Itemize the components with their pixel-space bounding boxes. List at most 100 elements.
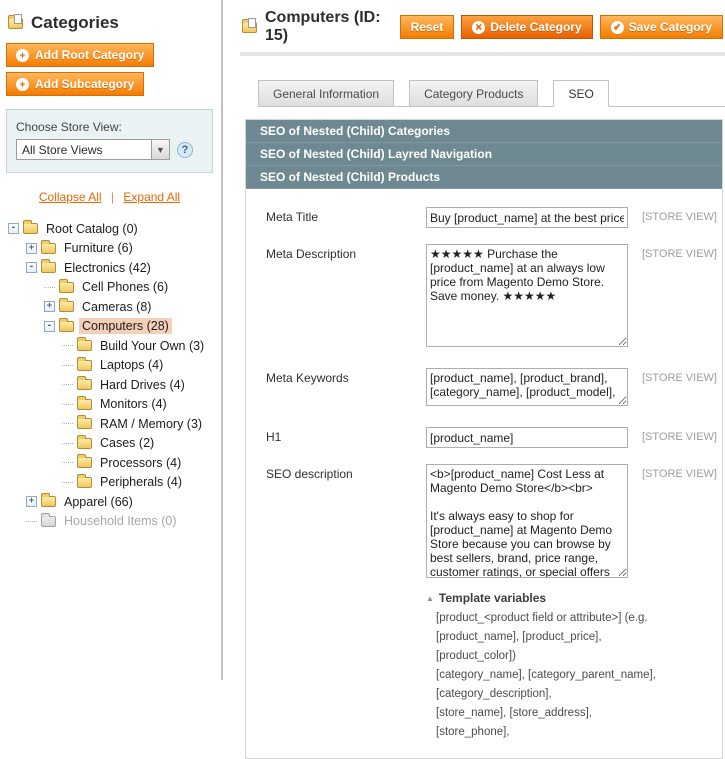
folder-icon [77, 418, 92, 429]
section-seo-child-layered-navigation[interactable]: SEO of Nested (Child) Layred Navigation [246, 143, 722, 166]
minus-expander-icon[interactable]: - [8, 223, 19, 234]
folder-icon [77, 399, 92, 410]
sidebar-title-row: Categories [8, 13, 213, 33]
tree-item-label: Furniture (6) [61, 240, 136, 256]
h1-row: H1 [STORE VIEW] [266, 427, 712, 448]
tree-connector [44, 287, 55, 288]
store-view-scope-label: [STORE VIEW] [642, 368, 717, 384]
tree-links: Collapse All | Expand All [6, 190, 213, 204]
plus-expander-icon[interactable]: + [26, 496, 37, 507]
meta-keywords-textarea[interactable]: [product_name], [product_brand], [catego… [426, 368, 628, 406]
tree-item-cameras-8[interactable]: + Cameras (8) [6, 297, 213, 317]
store-view-selected-value: All Store Views [22, 143, 102, 157]
tab-category-products[interactable]: Category Products [409, 80, 538, 107]
tree-item-household-items-0[interactable]: Household Items (0) [6, 512, 213, 532]
template-variables-title: Template variables [439, 591, 546, 605]
seo-fieldset: SEO of Nested (Child) Categories SEO of … [245, 119, 723, 759]
folder-icon [59, 321, 74, 332]
tree-connector [62, 462, 73, 463]
template-variable-line: [product_<product field or attribute>] (… [426, 609, 656, 628]
tree-item-computers-28[interactable]: - Computers (28) [6, 317, 213, 337]
reset-button[interactable]: Reset [400, 15, 455, 39]
tab-seo[interactable]: SEO [553, 80, 608, 107]
tab-general-information[interactable]: General Information [258, 80, 394, 107]
tree-item-ram-memory-3[interactable]: RAM / Memory (3) [6, 414, 213, 434]
header-divider [240, 52, 725, 56]
categories-folder-icon [8, 18, 23, 29]
tree-item-laptops-4[interactable]: Laptops (4) [6, 356, 213, 376]
help-icon[interactable]: ? [177, 142, 193, 158]
content-header: Computers (ID: 15) Reset ✕ Delete Catego… [240, 0, 725, 45]
categories-sidebar: Categories + Add Root Category + Add Sub… [0, 0, 223, 680]
h1-input[interactable] [426, 427, 628, 448]
tree-item-hard-drives-4[interactable]: Hard Drives (4) [6, 375, 213, 395]
folder-icon [77, 477, 92, 488]
tree-item-furniture-6[interactable]: + Furniture (6) [6, 239, 213, 259]
template-variable-line: [product_name], [product_price], [426, 628, 656, 647]
tree-item-root-catalog-0[interactable]: -Root Catalog (0) [6, 219, 213, 239]
tree-item-label: Cell Phones (6) [79, 279, 171, 295]
folder-icon [77, 340, 92, 351]
folder-icon [59, 282, 74, 293]
store-view-select[interactable]: All Store Views ▼ [16, 139, 170, 160]
folder-icon [23, 223, 38, 234]
plus-icon: + [16, 78, 29, 91]
section-seo-child-products[interactable]: SEO of Nested (Child) Products [246, 166, 722, 189]
tree-item-label: Cameras (8) [79, 299, 154, 315]
tree-connector [26, 521, 37, 522]
chevron-down-icon: ▼ [151, 140, 169, 159]
seo-description-textarea[interactable]: <b>[product_name] Cost Less at Magento D… [426, 464, 628, 578]
plus-expander-icon[interactable]: + [44, 301, 55, 312]
tree-item-apparel-66[interactable]: + Apparel (66) [6, 492, 213, 512]
page-title: Computers (ID: 15) [265, 9, 400, 45]
folder-icon [41, 516, 56, 527]
meta-title-input[interactable] [426, 207, 628, 228]
tree-connector [62, 365, 73, 366]
store-view-scope-label: [STORE VIEW] [642, 427, 717, 443]
tree-item-cell-phones-6[interactable]: Cell Phones (6) [6, 278, 213, 298]
tree-item-monitors-4[interactable]: Monitors (4) [6, 395, 213, 415]
expand-all-link[interactable]: Expand All [123, 190, 180, 204]
template-variable-line: [product_color]) [426, 647, 656, 666]
meta-description-textarea[interactable]: ★★★★★ Purchase the [product_name] at an … [426, 244, 628, 347]
tree-item-label: Peripherals (4) [97, 474, 185, 490]
tree-item-label: Build Your Own (3) [97, 338, 207, 354]
tree-item-build-your-own-3[interactable]: Build Your Own (3) [6, 336, 213, 356]
template-variable-line: [category_name], [category_parent_name], [426, 666, 656, 685]
minus-expander-icon[interactable]: - [44, 321, 55, 332]
tab-bar: General Information Category Products SE… [258, 80, 725, 107]
template-variable-line: [category_description], [426, 685, 656, 704]
add-root-category-button[interactable]: + Add Root Category [6, 43, 154, 67]
tree-item-peripherals-4[interactable]: Peripherals (4) [6, 473, 213, 493]
tree-item-label: Apparel (66) [61, 494, 136, 510]
add-subcategory-button[interactable]: + Add Subcategory [6, 72, 144, 96]
template-variable-line: [store_name], [store_address], [store_ph… [426, 704, 656, 742]
section-seo-child-categories[interactable]: SEO of Nested (Child) Categories [246, 120, 722, 143]
meta-keywords-label: Meta Keywords [266, 368, 426, 385]
store-view-scope-label: [STORE VIEW] [642, 464, 717, 480]
store-view-label: Choose Store View: [16, 120, 203, 134]
save-category-button[interactable]: ✔ Save Category [600, 15, 723, 39]
delete-category-button[interactable]: ✕ Delete Category [461, 15, 592, 39]
category-tree: -Root Catalog (0) + Furniture (6) -Electron… [6, 219, 213, 531]
minus-expander-icon[interactable]: - [26, 262, 37, 273]
meta-keywords-row: Meta Keywords [product_name], [product_b… [266, 368, 712, 411]
tree-item-label: RAM / Memory (3) [97, 416, 205, 432]
template-variables-header[interactable]: ▲ Template variables [426, 591, 656, 605]
tree-item-cases-2[interactable]: Cases (2) [6, 434, 213, 454]
plus-expander-icon[interactable]: + [26, 243, 37, 254]
collapse-triangle-icon: ▲ [426, 594, 434, 603]
tree-item-label: Computers (28) [79, 318, 172, 334]
tree-connector [62, 404, 73, 405]
main-content: Computers (ID: 15) Reset ✕ Delete Catego… [240, 0, 725, 680]
collapse-all-link[interactable]: Collapse All [39, 190, 102, 204]
seo-form: Meta Title [STORE VIEW] Meta Description… [246, 189, 722, 758]
seo-description-row: SEO description <b>[product_name] Cost L… [266, 464, 712, 583]
link-separator: | [111, 190, 114, 204]
folder-icon [77, 438, 92, 449]
tree-item-processors-4[interactable]: Processors (4) [6, 453, 213, 473]
tree-item-label: Household Items (0) [61, 513, 180, 529]
template-variables-block: ▲ Template variables [product_<product f… [426, 591, 656, 742]
tree-item-electronics-42[interactable]: -Electronics (42) [6, 258, 213, 278]
folder-icon [77, 379, 92, 390]
